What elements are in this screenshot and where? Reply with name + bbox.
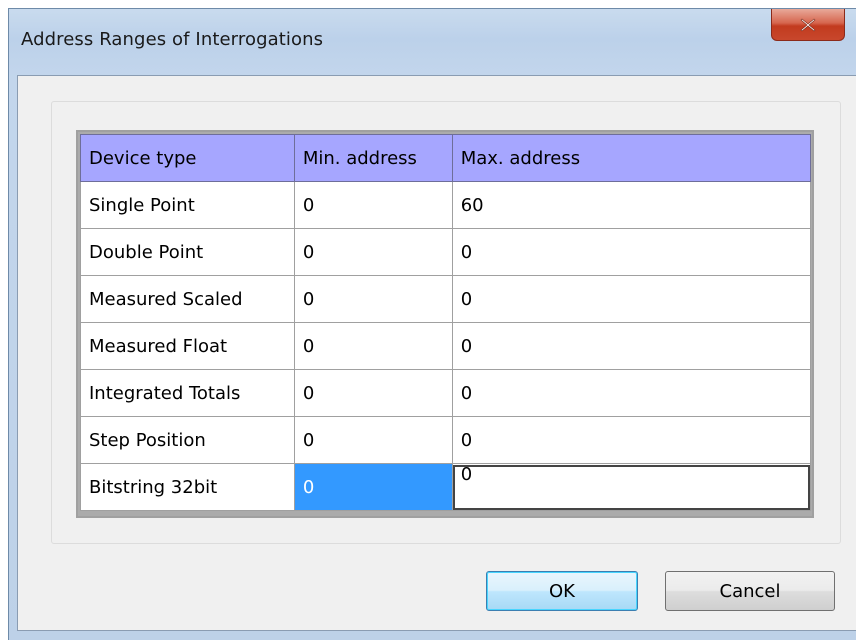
- table-row: Single Point 0 60: [80, 181, 812, 229]
- min-address-cell[interactable]: 0: [293, 275, 453, 323]
- device-type-cell: Double Point: [80, 228, 295, 276]
- close-button[interactable]: [771, 9, 845, 41]
- table-row: Integrated Totals 0 0: [80, 369, 812, 417]
- max-address-cell[interactable]: 0: [451, 416, 812, 464]
- table-row: Step Position 0 0: [80, 416, 812, 464]
- column-header-device-type[interactable]: Device type: [80, 134, 295, 182]
- max-address-cell-editing[interactable]: 0: [451, 463, 812, 511]
- max-address-cell[interactable]: 0: [451, 275, 812, 323]
- dialog-title: Address Ranges of Interrogations: [21, 29, 324, 50]
- table-row: Bitstring 32bit 0 0: [80, 463, 812, 511]
- min-address-cell[interactable]: 0: [293, 181, 453, 229]
- dialog-window: Address Ranges of Interrogations Device …: [8, 8, 856, 640]
- dialog-client-area: Device type Min. address Max. address Si…: [17, 75, 856, 631]
- max-address-cell[interactable]: 60: [451, 181, 812, 229]
- min-address-cell[interactable]: 0: [293, 416, 453, 464]
- address-range-grid: Device type Min. address Max. address Si…: [76, 130, 814, 518]
- min-address-cell[interactable]: 0: [293, 228, 453, 276]
- table-header-row: Device type Min. address Max. address: [80, 134, 812, 182]
- max-address-cell[interactable]: 0: [451, 322, 812, 370]
- cancel-button[interactable]: Cancel: [665, 571, 835, 611]
- column-header-max-address[interactable]: Max. address: [451, 134, 812, 182]
- device-type-cell: Step Position: [80, 416, 295, 464]
- table-row: Double Point 0 0: [80, 228, 812, 276]
- device-type-cell: Measured Scaled: [80, 275, 295, 323]
- title-bar[interactable]: Address Ranges of Interrogations: [9, 9, 856, 75]
- address-range-table: Device type Min. address Max. address Si…: [80, 134, 812, 511]
- device-type-cell: Bitstring 32bit: [80, 463, 295, 511]
- close-icon: [800, 18, 816, 32]
- device-type-cell: Integrated Totals: [80, 369, 295, 417]
- min-address-cell-selected[interactable]: 0: [293, 463, 453, 511]
- min-address-cell[interactable]: 0: [293, 369, 453, 417]
- column-header-min-address[interactable]: Min. address: [293, 134, 453, 182]
- address-ranges-group: Device type Min. address Max. address Si…: [51, 101, 841, 544]
- max-address-cell[interactable]: 0: [451, 369, 812, 417]
- table-row: Measured Scaled 0 0: [80, 275, 812, 323]
- table-row: Measured Float 0 0: [80, 322, 812, 370]
- device-type-cell: Measured Float: [80, 322, 295, 370]
- ok-button[interactable]: OK: [486, 571, 638, 611]
- device-type-cell: Single Point: [80, 181, 295, 229]
- min-address-cell[interactable]: 0: [293, 322, 453, 370]
- max-address-cell[interactable]: 0: [451, 228, 812, 276]
